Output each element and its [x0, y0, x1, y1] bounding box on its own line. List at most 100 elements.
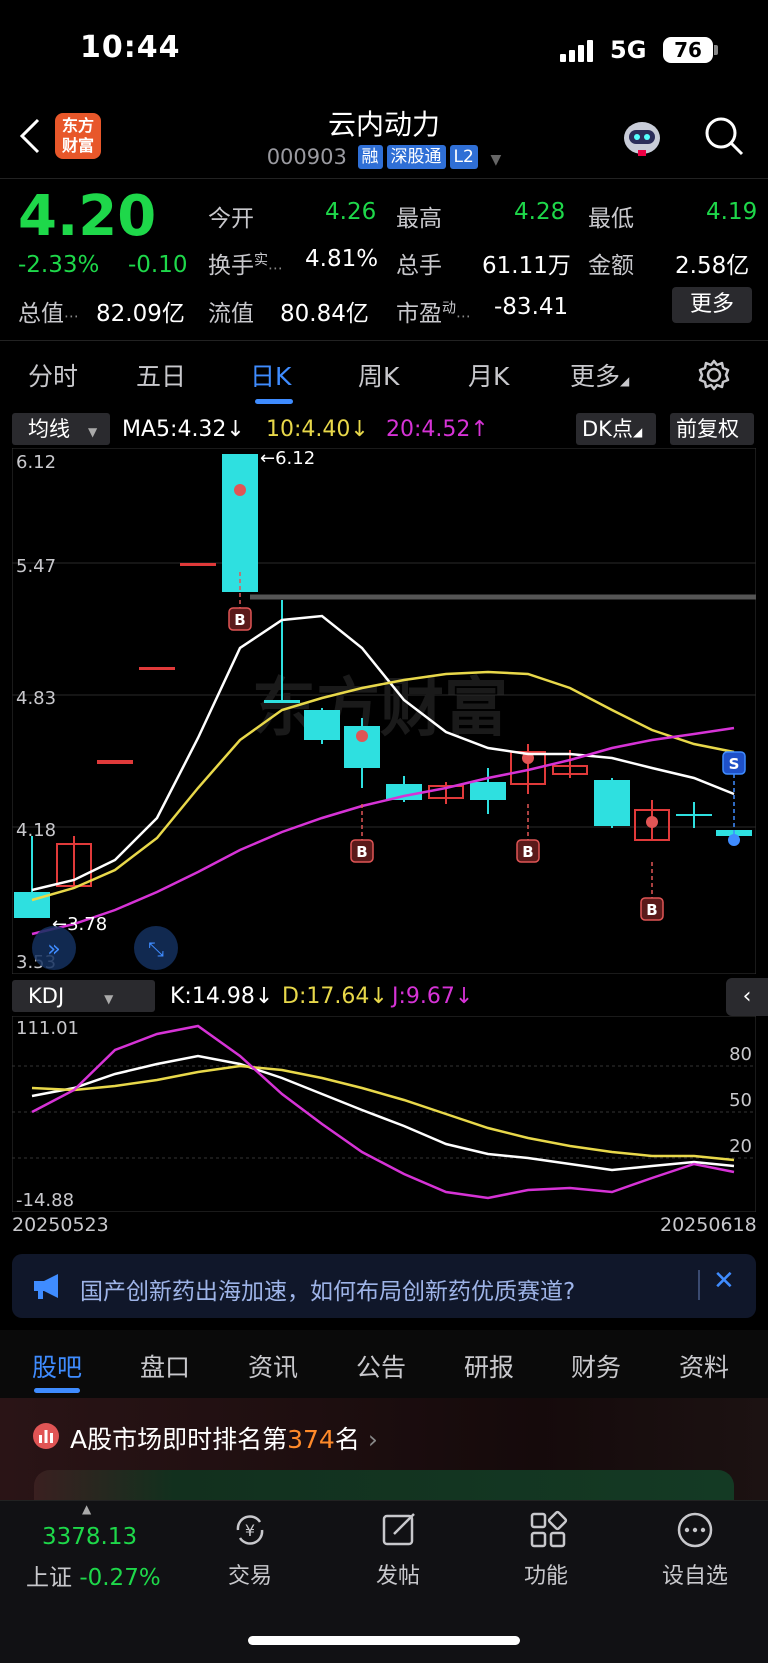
- nav-functions[interactable]: 功能: [491, 1558, 601, 1590]
- candlestick-chart[interactable]: 6.125.474.834.183.53东方财富BB BBS←6.12←3.78»…: [12, 448, 756, 974]
- y-axis-label: 6.12: [16, 452, 56, 473]
- tag-l2: L2: [449, 145, 478, 169]
- sell-marker-label: S: [729, 755, 740, 773]
- mktcap-label-text: 总值: [18, 301, 64, 327]
- gear-icon[interactable]: [697, 358, 731, 392]
- battery-tip: [714, 45, 718, 55]
- signal-icon: [560, 40, 596, 62]
- rank-prefix: A股市场即时排名第: [70, 1425, 288, 1454]
- trade-dot: [728, 834, 740, 846]
- dk-point-label: DK点: [582, 417, 633, 441]
- search-icon[interactable]: [702, 114, 746, 158]
- edit-icon[interactable]: [380, 1510, 420, 1550]
- kdj-level-label: 50: [729, 1090, 752, 1111]
- quote-divider: [0, 340, 768, 341]
- tab-forum[interactable]: 股吧: [32, 1348, 82, 1384]
- section-tab-indicator: [34, 1388, 80, 1393]
- kdj-chart[interactable]: 111.01 -14.88 80 50 20: [12, 1016, 756, 1212]
- tab-research[interactable]: 研报: [464, 1348, 514, 1384]
- nav-post[interactable]: 发帖: [343, 1558, 453, 1590]
- home-indicator[interactable]: [248, 1636, 520, 1645]
- tab-weekly-k[interactable]: 周K: [358, 357, 399, 393]
- ma-selector[interactable]: 均线 ▼: [12, 413, 110, 445]
- volume-value: 61.11万: [482, 253, 571, 279]
- tab-intraday[interactable]: 分时: [28, 357, 78, 393]
- mktcap-label: 总值⋯: [18, 294, 79, 328]
- kdj-level-label: 20: [729, 1136, 752, 1157]
- change-pct: -2.33%: [18, 252, 100, 278]
- rank-suffix: 名: [334, 1425, 360, 1454]
- kdj-j-value: J:9.67↓: [392, 984, 474, 1009]
- candle-body: [97, 760, 133, 764]
- candle-body: [470, 782, 506, 800]
- index-value[interactable]: 3378.13: [42, 1524, 137, 1550]
- status-time: 10:44: [80, 30, 181, 65]
- info-circle-icon[interactable]: ⋯: [64, 307, 79, 325]
- high-label: 最高: [396, 206, 442, 232]
- candle-body: [676, 814, 712, 816]
- index-row[interactable]: 上证 -0.27%: [26, 1558, 161, 1592]
- close-icon[interactable]: ✕: [713, 1266, 735, 1296]
- low-value: 4.19: [706, 199, 758, 225]
- info-circle-icon[interactable]: ⋯: [456, 307, 471, 325]
- turnover-sup: 实: [254, 252, 268, 269]
- kdj-k-value: K:14.98↓: [170, 984, 274, 1009]
- nav-add-watchlist[interactable]: 设自选: [640, 1558, 750, 1590]
- robot-assistant-icon[interactable]: [618, 112, 666, 160]
- buy-marker-label: B: [522, 843, 533, 861]
- tab-finance[interactable]: 财务: [571, 1348, 621, 1384]
- rank-number: 374: [287, 1425, 335, 1454]
- megaphone-icon: [34, 1274, 58, 1299]
- tab-monthly-k[interactable]: 月K: [468, 357, 509, 393]
- turnover-label-text: 换手: [208, 253, 254, 279]
- caret-up-icon[interactable]: ▲: [82, 1502, 91, 1516]
- grid-icon[interactable]: [528, 1510, 568, 1550]
- collapse-panel-button[interactable]: ‹: [726, 978, 768, 1016]
- y-axis-label: 4.83: [16, 688, 56, 709]
- more-dots-icon[interactable]: [675, 1510, 715, 1550]
- yen-exchange-icon[interactable]: ¥: [230, 1510, 270, 1550]
- buy-marker-label: B: [356, 843, 367, 861]
- trade-dot: [356, 730, 368, 742]
- amount-label: 金额: [588, 253, 634, 279]
- candle-body: [304, 710, 340, 740]
- tab-more[interactable]: 更多◢: [570, 357, 629, 393]
- ma20-value: 20:4.52↑: [386, 417, 489, 442]
- turnover-label: 换手实⋯: [208, 246, 283, 280]
- banner-separator: [698, 1270, 700, 1300]
- more-button[interactable]: 更多: [672, 287, 752, 323]
- pe-label-text: 市盈: [396, 301, 442, 327]
- candle-body: [222, 454, 258, 592]
- candle-body: [264, 700, 300, 703]
- dropdown-icon: ▼: [88, 425, 98, 439]
- info-circle-icon[interactable]: ⋯: [268, 259, 283, 277]
- dk-point-button[interactable]: DK点◢: [576, 413, 656, 445]
- expand-icon: ⤡: [148, 937, 164, 961]
- tab-profile[interactable]: 资料: [679, 1348, 729, 1384]
- date-start: 20250523: [12, 1214, 109, 1236]
- trade-dot: [234, 484, 246, 496]
- pe-label: 市盈动⋯: [396, 294, 471, 328]
- caret-down-icon[interactable]: ▼: [491, 152, 502, 168]
- double-chevron-icon: »: [47, 937, 60, 962]
- tab-orderbook[interactable]: 盘口: [140, 1348, 190, 1384]
- nav-trade[interactable]: 交易: [195, 1558, 305, 1590]
- kdj-selector[interactable]: KDJ ▼: [12, 980, 155, 1012]
- tab-five-day[interactable]: 五日: [136, 357, 186, 393]
- tab-news[interactable]: 资讯: [248, 1348, 298, 1384]
- adjust-button[interactable]: 前复权: [670, 413, 754, 445]
- market-rank[interactable]: A股市场即时排名第374名 ›: [70, 1420, 378, 1456]
- ranking-icon: [33, 1423, 59, 1449]
- high-value: 4.28: [514, 199, 566, 225]
- tab-announcements[interactable]: 公告: [356, 1348, 406, 1384]
- high-annotation: ←6.12: [260, 448, 315, 469]
- tag-connect: 深股通: [386, 145, 446, 169]
- tab-daily-k[interactable]: 日K: [250, 357, 291, 393]
- ma10-value: 10:4.40↓: [266, 417, 369, 442]
- candle-body: [180, 563, 216, 566]
- banner-text[interactable]: 国产创新药出海加速，如何布局创新药优质赛道?: [80, 1272, 575, 1306]
- float-value: 80.84亿: [280, 301, 369, 327]
- y-axis-label: 4.18: [16, 820, 56, 841]
- network-label: 5G: [610, 36, 647, 64]
- pe-value: -83.41: [494, 294, 569, 320]
